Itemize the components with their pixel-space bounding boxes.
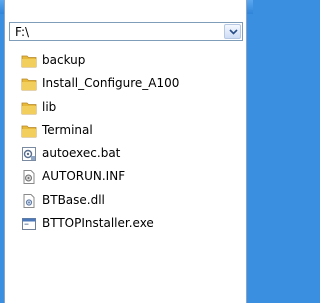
path-combobox[interactable]: F:\ [9, 22, 243, 41]
item-label: Install_Configure_A100 [42, 76, 180, 91]
item-label: lib [42, 99, 57, 114]
list-item-autoexec-bat[interactable]: autoexec.bat [5, 142, 246, 165]
folder-icon [21, 102, 37, 114]
list-item-bttopinstaller-exe[interactable]: BTTOPInstaller.exe [5, 212, 246, 235]
batch-file-icon [22, 147, 36, 162]
item-label: AUTORUN.INF [42, 169, 126, 184]
list-item-btbase-dll[interactable]: BTBase.dll [5, 189, 246, 212]
list-item-install-configure-a100[interactable]: Install_Configure_A100 [5, 72, 246, 95]
folder-icon [21, 125, 37, 138]
chevron-down-icon [229, 29, 238, 35]
settings-file-icon [23, 170, 35, 185]
item-label: Terminal [42, 122, 93, 137]
file-list: backup Install_Configure_A100 lib Termin… [5, 49, 246, 235]
dropdown-button[interactable] [224, 24, 241, 39]
item-label: BTTOPInstaller.exe [42, 216, 154, 231]
path-value: F:\ [15, 25, 30, 39]
dll-file-icon [23, 193, 35, 208]
file-browser-panel: F:\ backup Install_Configure_A100 lib Te… [4, 0, 247, 303]
list-item-autorun-inf[interactable]: AUTORUN.INF [5, 165, 246, 188]
item-label: backup [42, 53, 86, 67]
list-item-terminal[interactable]: Terminal [5, 119, 246, 142]
item-label: autoexec.bat [42, 146, 121, 161]
folder-icon [21, 78, 37, 91]
list-item-lib[interactable]: lib [5, 96, 246, 119]
list-item-backup[interactable]: backup [5, 49, 246, 72]
folder-icon [21, 55, 37, 68]
exe-file-icon [22, 218, 36, 231]
item-label: BTBase.dll [42, 192, 105, 207]
